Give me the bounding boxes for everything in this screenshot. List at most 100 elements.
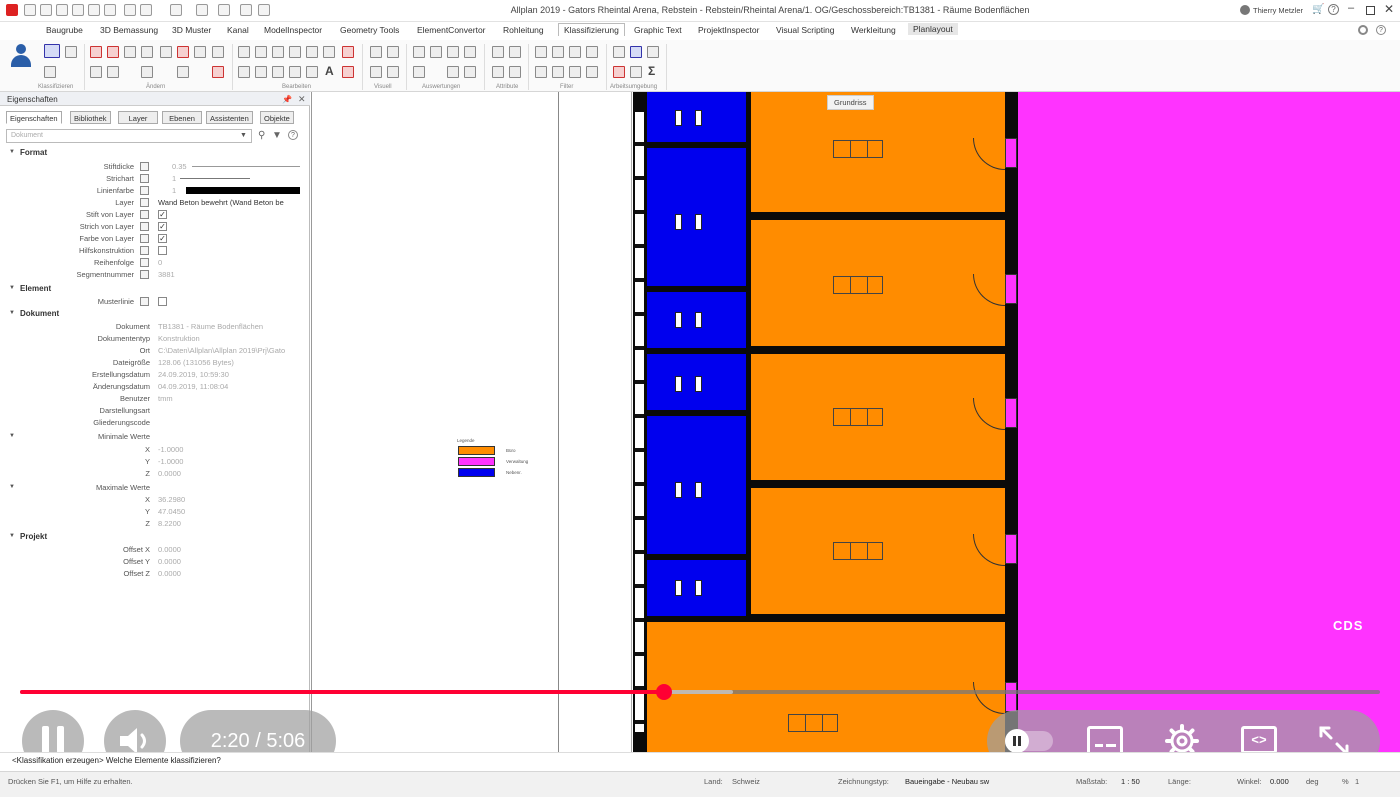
pencil-icon[interactable] xyxy=(90,46,102,58)
user-role-icon[interactable] xyxy=(10,44,32,70)
tab-3d-muster[interactable]: 3D Muster xyxy=(172,25,211,35)
massstab-value[interactable]: 1 : 50 xyxy=(1121,777,1140,786)
tab-eigenschaften[interactable]: Eigenschaften xyxy=(6,111,62,124)
tab-modelinspector[interactable]: ModelInspector xyxy=(264,25,322,35)
theater-mode-button[interactable]: <> xyxy=(1241,726,1277,754)
edit-tool-5-icon[interactable] xyxy=(306,46,318,58)
tab-planlayout[interactable]: Planlayout xyxy=(908,23,958,35)
workspace-5-icon[interactable] xyxy=(630,66,642,78)
collapse-element-icon[interactable]: ▼ xyxy=(9,285,15,291)
collapse-dokument-icon[interactable]: ▼ xyxy=(9,310,15,316)
edit-tool-4-icon[interactable] xyxy=(289,46,301,58)
help-small-icon[interactable]: ? xyxy=(1376,25,1386,35)
filter-1-icon[interactable] xyxy=(535,46,547,58)
tab-rohleitung[interactable]: Rohleitung xyxy=(503,25,544,35)
pen-icon[interactable] xyxy=(218,4,230,16)
tab-layer[interactable]: Layer xyxy=(118,111,158,124)
visual-4-icon[interactable] xyxy=(387,66,399,78)
edit-tool-11-icon[interactable] xyxy=(306,66,318,78)
reihenfolge-value[interactable]: 0 xyxy=(158,258,162,267)
filter-4-icon[interactable] xyxy=(586,46,598,58)
drawing-canvas[interactable]: Legende Büro Verwaltung Nebenr. Grundris… xyxy=(311,92,1400,752)
video-scrubber-handle[interactable] xyxy=(655,684,672,700)
classify-edit-icon[interactable] xyxy=(65,46,77,58)
filter-6-icon[interactable] xyxy=(552,66,564,78)
chevron-down-icon[interactable]: ▼ xyxy=(240,132,247,139)
line-icon[interactable] xyxy=(107,46,119,58)
delete-icon[interactable] xyxy=(342,46,354,58)
rotate-icon[interactable] xyxy=(196,4,208,16)
grid-icon[interactable] xyxy=(258,4,270,16)
search-icon[interactable]: ⚲ xyxy=(258,130,265,141)
filter-7-icon[interactable] xyxy=(569,66,581,78)
room-magenta-corridor[interactable] xyxy=(1018,92,1400,752)
edit-tool-2-icon[interactable] xyxy=(255,46,267,58)
visual-3-icon[interactable] xyxy=(370,66,382,78)
edit-icon[interactable] xyxy=(88,4,100,16)
close-button[interactable]: ✕ xyxy=(1384,2,1394,16)
attribute-1-icon[interactable] xyxy=(492,46,504,58)
workspace-3-icon[interactable] xyxy=(647,46,659,58)
farbe-von-layer-checkbox[interactable]: ✓ xyxy=(158,234,167,243)
collapse-min-icon[interactable]: ▼ xyxy=(9,433,15,439)
edit-tool-1-icon[interactable] xyxy=(238,46,250,58)
filter-icon[interactable]: ▼ xyxy=(272,130,282,141)
stretch-icon[interactable] xyxy=(160,46,172,58)
panel-close-icon[interactable]: ✕ xyxy=(298,94,306,105)
help-panel-icon[interactable]: ? xyxy=(288,130,298,140)
arc-icon[interactable] xyxy=(124,46,136,58)
room-tag[interactable] xyxy=(833,140,883,158)
tab-klassifizierung[interactable]: Klassifizierung xyxy=(558,23,625,36)
classify-icon[interactable] xyxy=(44,44,60,58)
workspace-4-icon[interactable] xyxy=(613,66,625,78)
room-tag[interactable] xyxy=(788,714,838,732)
visual-2-icon[interactable] xyxy=(387,46,399,58)
trim-icon[interactable] xyxy=(90,66,102,78)
collapse-projekt-icon[interactable]: ▼ xyxy=(9,533,15,539)
mirror-icon[interactable] xyxy=(212,46,224,58)
viewport-label[interactable]: Grundriss xyxy=(827,95,874,110)
filter-3-icon[interactable] xyxy=(569,46,581,58)
tab-projektinspector[interactable]: ProjektInspector xyxy=(698,25,759,35)
copy-tool-icon[interactable] xyxy=(194,46,206,58)
person-tool-icon[interactable] xyxy=(212,66,224,78)
prozent-value[interactable]: 1 xyxy=(1355,777,1359,786)
undo-icon[interactable] xyxy=(124,4,136,16)
tools-icon[interactable] xyxy=(240,4,252,16)
layer-value[interactable]: Wand Beton bewehrt (Wand Beton be xyxy=(158,198,304,207)
tab-kanal[interactable]: Kanal xyxy=(227,25,249,35)
room-orange-5[interactable] xyxy=(647,622,1005,752)
minimize-button[interactable]: – xyxy=(1348,2,1354,14)
linienfarbe-value[interactable]: 1 xyxy=(172,186,176,195)
attribute-3-icon[interactable] xyxy=(492,66,504,78)
edit-tool-9-icon[interactable] xyxy=(272,66,284,78)
edit-tool-3-icon[interactable] xyxy=(272,46,284,58)
maximize-button[interactable] xyxy=(1366,6,1375,15)
rotate-tool-icon[interactable] xyxy=(177,66,189,78)
report-2-icon[interactable] xyxy=(430,46,442,58)
help-icon[interactable]: ? xyxy=(1328,4,1339,15)
edit-tool-7-icon[interactable] xyxy=(238,66,250,78)
open-file-icon[interactable] xyxy=(40,4,52,16)
room-tag[interactable] xyxy=(833,276,883,294)
filter-5-icon[interactable] xyxy=(535,66,547,78)
visual-1-icon[interactable] xyxy=(370,46,382,58)
tab-bibliothek[interactable]: Bibliothek xyxy=(70,111,111,124)
report-5-icon[interactable] xyxy=(413,66,425,78)
edit-tool-10-icon[interactable] xyxy=(289,66,301,78)
workspace-1-icon[interactable] xyxy=(613,46,625,58)
floor-plan[interactable]: Grundriss CDS xyxy=(633,92,1400,752)
tab-objekte[interactable]: Objekte xyxy=(260,111,294,124)
extend-icon[interactable] xyxy=(107,66,119,78)
tab-geometry-tools[interactable]: Geometry Tools xyxy=(340,25,399,35)
tab-werkleitung[interactable]: Werkleitung xyxy=(851,25,896,35)
autoplay-toggle[interactable] xyxy=(1005,729,1053,753)
app-icon[interactable] xyxy=(6,4,18,16)
tab-ebenen[interactable]: Ebenen xyxy=(162,111,202,124)
cart-icon[interactable]: 🛒 xyxy=(1312,4,1324,15)
land-value[interactable]: Schweiz xyxy=(732,777,760,786)
collapse-max-icon[interactable]: ▼ xyxy=(9,484,15,490)
edit-tool-6-icon[interactable] xyxy=(323,46,335,58)
stiftdicke-value[interactable]: 0.35 xyxy=(172,162,187,171)
tab-3d-bemassung[interactable]: 3D Bemassung xyxy=(100,25,158,35)
